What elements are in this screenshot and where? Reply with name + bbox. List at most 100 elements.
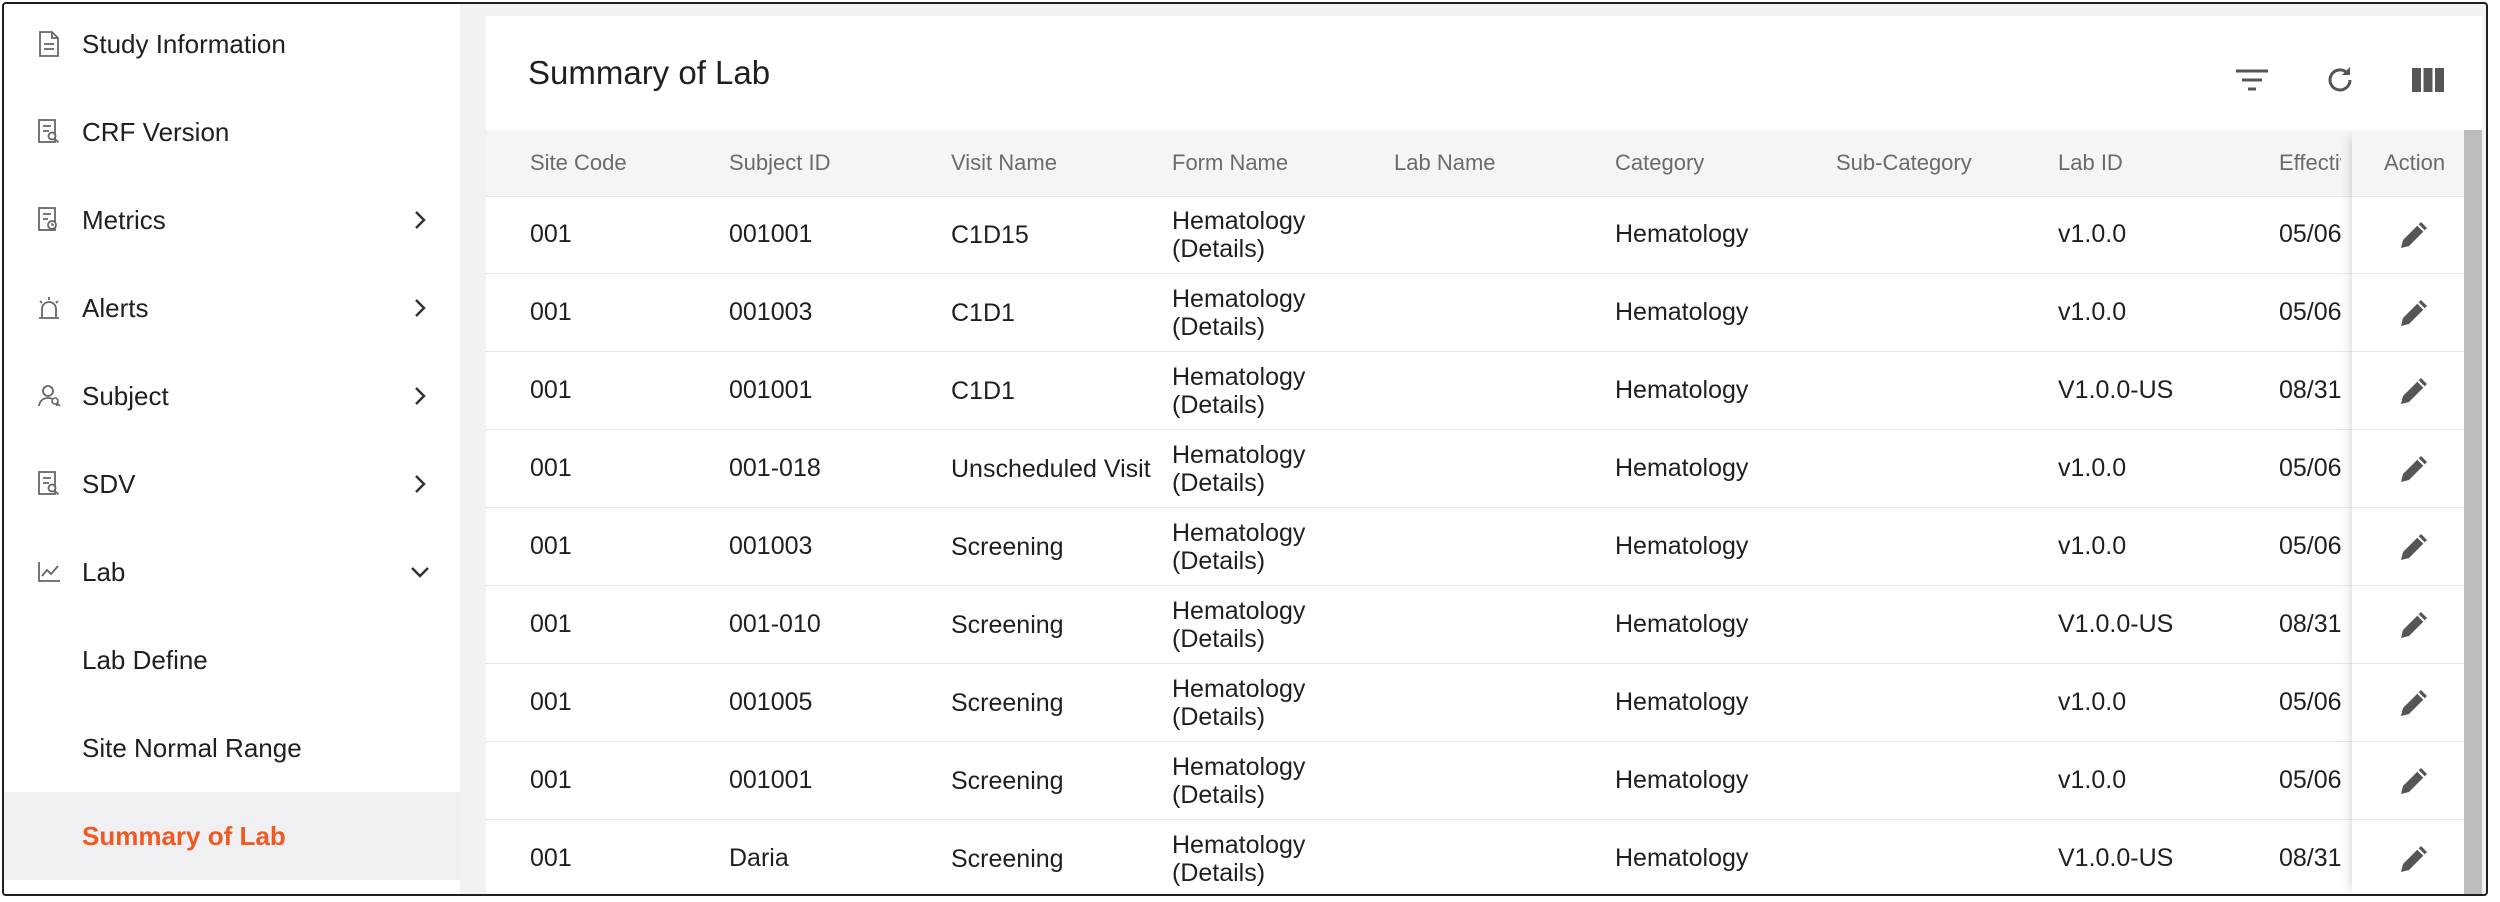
cell-subject-id-text: 001001 (729, 220, 813, 248)
cell-subject-id-text: 001001 (729, 766, 813, 794)
cell-subject-id: Daria (729, 820, 929, 894)
sidebar-item-label: Lab Define (82, 644, 208, 675)
edit-button[interactable] (2394, 761, 2434, 801)
table-row[interactable]: 001 001-018 Unscheduled Visit Hematology (D… (486, 430, 2482, 508)
sidebar-item-site-normal-range[interactable]: Site Normal Range (4, 704, 460, 792)
cell-category-text: Hematology (1615, 298, 1749, 326)
cell-category: Hematology (1615, 196, 1815, 273)
cell-visit-name: Screening (951, 508, 1151, 585)
edit-button[interactable] (2394, 683, 2434, 723)
sidebar-item-lab-define[interactable]: Lab Define (4, 616, 460, 704)
column-header-lab-name[interactable]: Lab Name (1394, 130, 1594, 196)
cell-form-name: Hematology (Details) (1172, 508, 1372, 585)
sidebar-item-metrics[interactable]: Metrics (4, 176, 460, 264)
sidebar-item-subject[interactable]: Subject (4, 352, 460, 440)
cell-category: Hematology (1615, 586, 1815, 663)
table-row[interactable]: 001 001003 Screening Hematology (Details) He… (486, 508, 2482, 586)
column-header-site-code[interactable]: Site Code (530, 130, 710, 196)
cell-sub-category (1836, 196, 2036, 273)
action-cell (2352, 274, 2464, 352)
cell-site-code: 001 (530, 742, 710, 819)
cell-site-code-text: 001 (530, 454, 572, 482)
edit-button[interactable] (2394, 839, 2434, 879)
cell-lab-name (1394, 508, 1594, 585)
main-panel: Summary of Lab Site Code Subject ID Visi… (486, 16, 2482, 894)
cell-site-code-text: 001 (530, 220, 572, 248)
pencil-icon (2401, 455, 2427, 482)
sidebar-item-lab[interactable]: Lab (4, 528, 460, 616)
edit-button[interactable] (2394, 293, 2434, 333)
sidebar-item-sdv[interactable]: SDV (4, 440, 460, 528)
table-row[interactable]: 001 001005 Screening Hematology (Details) He… (486, 664, 2482, 742)
edit-button[interactable] (2394, 215, 2434, 255)
cell-lab-id: V1.0.0-US (2058, 586, 2258, 663)
edit-button[interactable] (2394, 371, 2434, 411)
sidebar-item-alerts[interactable]: Alerts (4, 264, 460, 352)
pencil-icon (2401, 533, 2427, 560)
cell-visit-name: Screening (951, 586, 1151, 663)
cell-effective: 05/06/2 (2279, 196, 2341, 273)
vertical-scrollbar[interactable] (2464, 130, 2482, 894)
sidebar-item-study-information[interactable]: Study Information (4, 4, 460, 88)
column-header-category[interactable]: Category (1615, 130, 1815, 196)
chart-line-icon (34, 557, 64, 587)
cell-visit-name: Screening (951, 664, 1151, 741)
cell-visit-name: Screening (951, 820, 1151, 894)
cell-lab-name (1394, 430, 1594, 507)
cell-lab-id-text: v1.0.0 (2058, 766, 2127, 794)
filter-button[interactable] (2230, 58, 2274, 102)
table-row[interactable]: 001 Daria Screening Hematology (Details) Hem… (486, 820, 2482, 894)
sidebar-item-label: Summary of Lab (82, 820, 286, 851)
cell-subject-id-text: 001003 (729, 532, 813, 560)
cell-category: Hematology (1615, 820, 1815, 894)
cell-effective-text: 05/06/2 (2279, 220, 2341, 248)
cell-form-name-text: Hematology (Details) (1172, 674, 1306, 731)
columns-button[interactable] (2406, 58, 2450, 102)
pencil-icon (2401, 377, 2427, 404)
action-cell (2352, 196, 2464, 274)
cell-category-text: Hematology (1615, 376, 1749, 404)
table-row[interactable]: 001 001-010 Screening Hematology (Details) H… (486, 586, 2482, 664)
cell-lab-name (1394, 820, 1594, 894)
alarm-icon (34, 293, 64, 323)
cell-category: Hematology (1615, 352, 1815, 429)
sidebar-item-summary-of-lab[interactable]: Summary of Lab (4, 792, 460, 880)
action-column: Action (2352, 130, 2464, 894)
cell-lab-name (1394, 664, 1594, 741)
table-row[interactable]: 001 001001 C1D1 Hematology (Details) Hematol… (486, 352, 2482, 430)
cell-form-name: Hematology (Details) (1172, 820, 1372, 894)
cell-site-code-text: 001 (530, 766, 572, 794)
lab-summary-table: Site Code Subject ID Visit Name Form Nam… (486, 130, 2482, 894)
column-header-effective[interactable]: Effectiv (2279, 130, 2341, 196)
cell-site-code-text: 001 (530, 688, 572, 716)
chevron-right-icon (408, 384, 432, 408)
column-header-subject-id[interactable]: Subject ID (729, 130, 929, 196)
cell-category-text: Hematology (1615, 454, 1749, 482)
cell-visit-name-text: Screening (951, 532, 1064, 561)
table-row[interactable]: 001 001003 C1D1 Hematology (Details) Hematol… (486, 274, 2482, 352)
edit-button[interactable] (2394, 527, 2434, 567)
sidebar-item-crf-version[interactable]: CRF Version (4, 88, 460, 176)
edit-button[interactable] (2394, 605, 2434, 645)
pencil-icon (2401, 611, 2427, 638)
cell-visit-name-text: Screening (951, 766, 1064, 795)
column-header-lab-id[interactable]: Lab ID (2058, 130, 2258, 196)
cell-lab-id-text: v1.0.0 (2058, 688, 2127, 716)
cell-sub-category (1836, 274, 2036, 351)
sidebar-item-label: CRF Version (82, 116, 230, 147)
cell-lab-id-text: V1.0.0-US (2058, 376, 2174, 404)
cell-category-text: Hematology (1615, 844, 1749, 872)
table-row[interactable]: 001 001001 C1D15 Hematology (Details) Hemato… (486, 196, 2482, 274)
cell-site-code-text: 001 (530, 532, 572, 560)
table-row[interactable]: 001 001001 Screening Hematology (Details) He… (486, 742, 2482, 820)
cell-form-name: Hematology (Details) (1172, 430, 1372, 507)
cell-sub-category (1836, 664, 2036, 741)
cell-subject-id-text: 001003 (729, 298, 813, 326)
app-window: Study Information CRF Version Metrics Al… (2, 2, 2488, 896)
edit-button[interactable] (2394, 449, 2434, 489)
cell-lab-name (1394, 274, 1594, 351)
column-header-form-name[interactable]: Form Name (1172, 130, 1372, 196)
refresh-button[interactable] (2318, 58, 2362, 102)
column-header-sub-category[interactable]: Sub-Category (1836, 130, 2036, 196)
column-header-visit-name[interactable]: Visit Name (951, 130, 1151, 196)
